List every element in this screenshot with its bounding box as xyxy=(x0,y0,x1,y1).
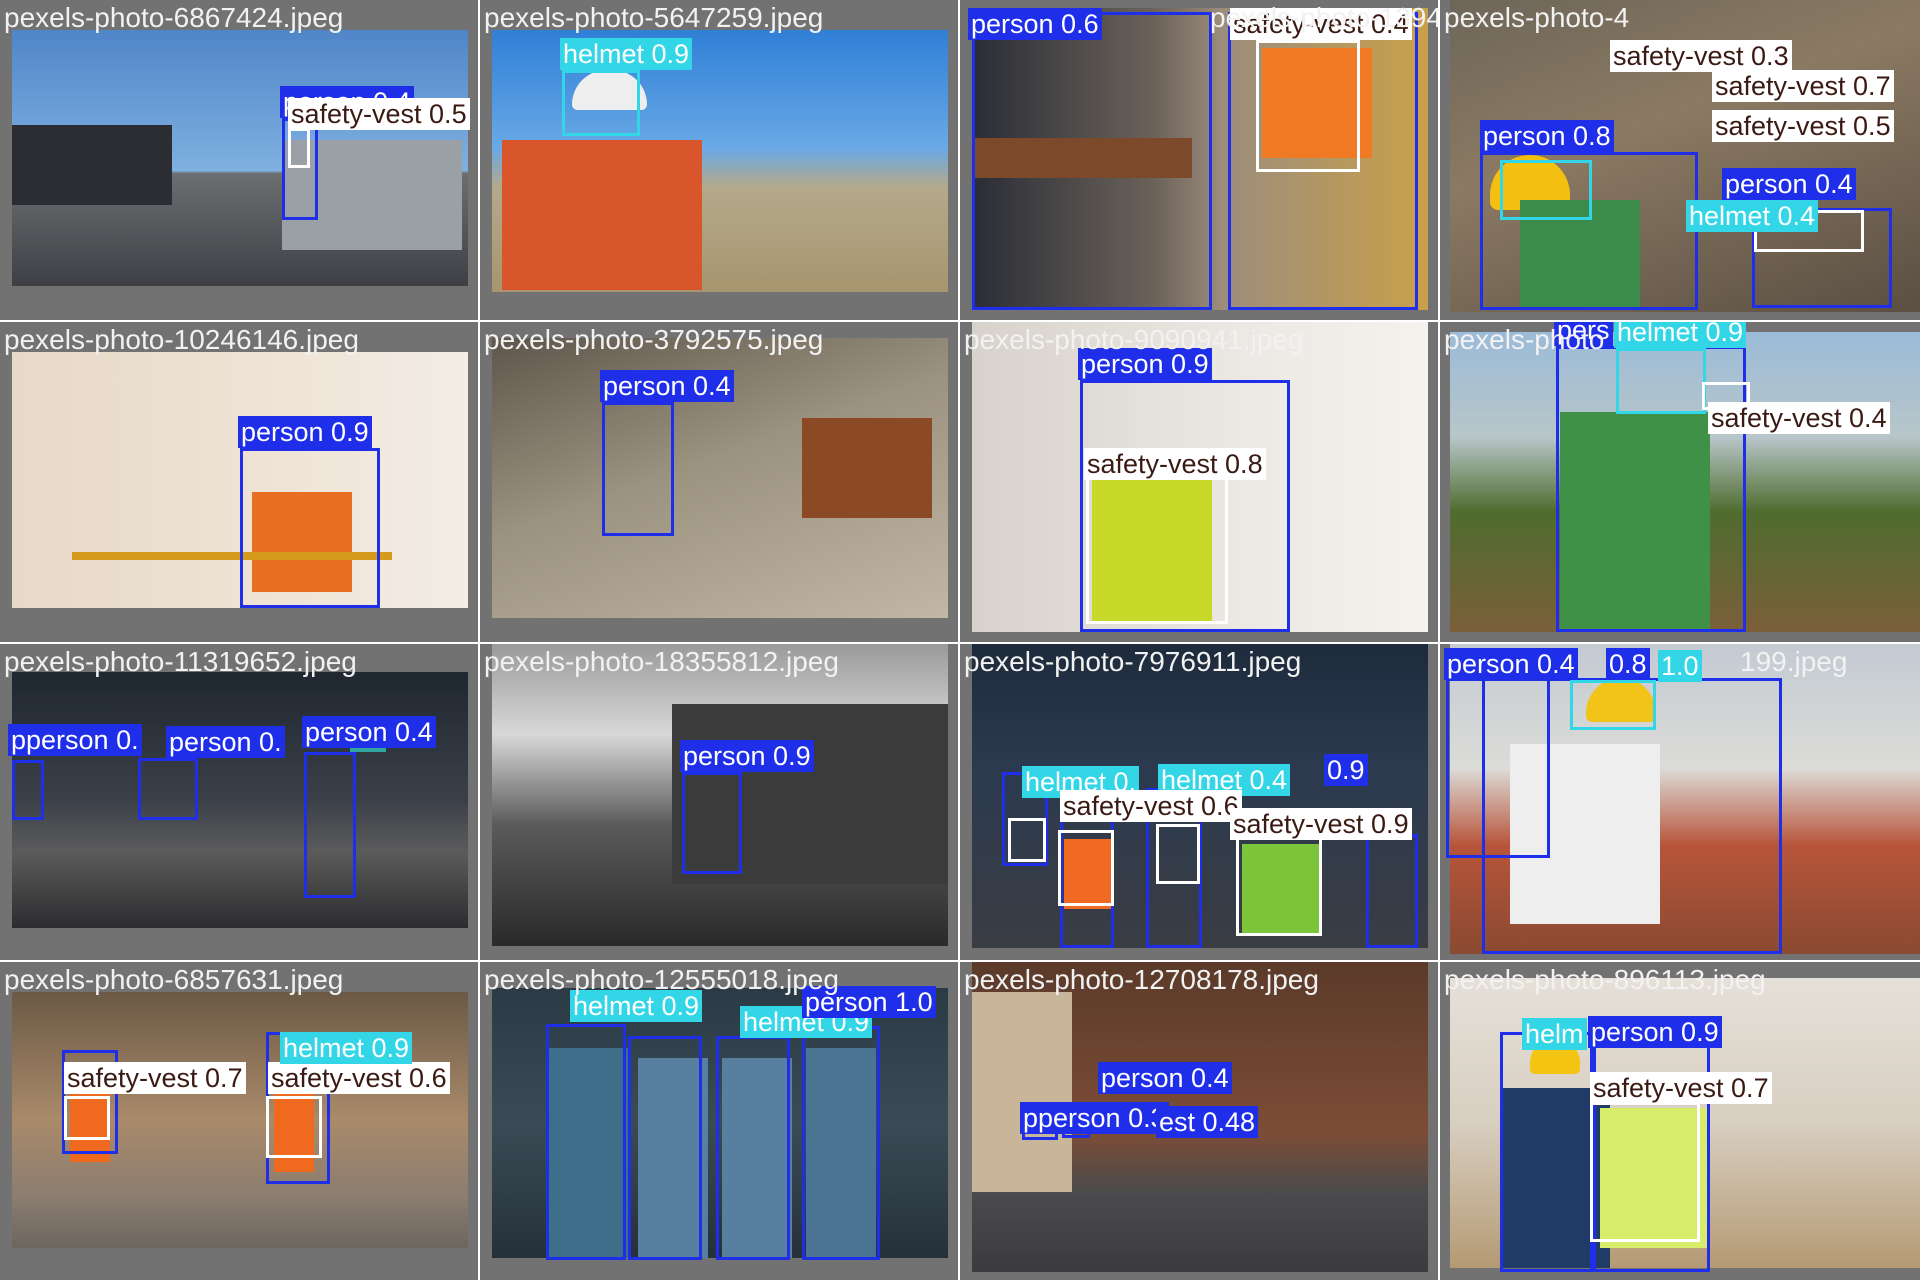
person-label: person 0. xyxy=(166,726,285,758)
file-name: pexels-photo xyxy=(1444,324,1605,355)
helmet-label: helmet 0.9 xyxy=(280,1032,413,1064)
person-label: pperson 0. xyxy=(8,724,142,756)
safety-vest-label: safety-vest 0.4 xyxy=(1708,402,1890,434)
person-box xyxy=(602,402,674,536)
image-tile: 199.jpeg person 0.4 0.8 1.0 xyxy=(1440,644,1920,960)
image-tile: pexels-photo-7976911.jpeg helmet 0. helm… xyxy=(960,644,1438,960)
image-tile: pexels-photo-18355812.jpeg person 0.9 xyxy=(480,644,958,960)
person-box xyxy=(716,1036,790,1260)
person-label: person 0.4 xyxy=(302,716,436,748)
person-box xyxy=(138,758,198,820)
file-name: 199.jpeg xyxy=(1740,646,1848,677)
person-label: 0.8 xyxy=(1606,648,1650,680)
image-tile: pexels-photo-896113.jpeg helm person 0.9… xyxy=(1440,962,1920,1280)
safety-vest-label: safety-vest 0.3 xyxy=(1610,40,1792,72)
safety-vest-label: safety-vest 0.7 xyxy=(1712,70,1894,102)
person-label: person 0.9 xyxy=(680,740,814,772)
person-box xyxy=(1500,1032,1596,1272)
person-label: est 0.48 xyxy=(1156,1106,1259,1138)
excavator-bucket-shape xyxy=(802,418,932,518)
person-box xyxy=(682,772,742,874)
person-label: person 0.4 xyxy=(600,370,734,402)
safety-vest-label: safety-vest 0.8 xyxy=(1084,448,1266,480)
safety-vest-box xyxy=(64,1096,110,1140)
image-tile: pexels-photo-5647259.jpeg helmet 0.9 xyxy=(480,0,958,320)
file-name: pexels-photo-1394 xyxy=(1210,2,1438,33)
photo xyxy=(12,672,468,928)
file-name: pexels-photo-3792575.jpeg xyxy=(484,324,824,355)
file-name: pexels-photo-6867424.jpeg xyxy=(4,2,344,33)
safety-vest-label: safety-vest 0.7 xyxy=(64,1062,246,1094)
person-box xyxy=(546,1024,626,1260)
image-tile: pexels-photo-12708178.jpeg person 0.4 pp… xyxy=(960,962,1438,1280)
safety-vest-box xyxy=(288,128,310,168)
person-label: pperson 0.3 xyxy=(1020,1102,1169,1134)
helmet-box xyxy=(1500,160,1592,220)
safety-vest-box xyxy=(1156,824,1200,884)
file-name: pexels-photo-9090941.jpeg xyxy=(964,324,1304,355)
safety-vest-box xyxy=(1256,40,1360,172)
file-name: pexels-photo-18355812.jpeg xyxy=(484,646,839,677)
helmet-label: helm xyxy=(1522,1018,1587,1050)
image-tile: pexels-photo-6857631.jpeg safety-vest 0.… xyxy=(0,962,478,1280)
file-name: pexels-photo-6857631.jpeg xyxy=(4,964,344,995)
image-tile: pexels-photo-10246146.jpeg person 0.9 xyxy=(0,322,478,642)
image-tile: pexels-photo-11319652.jpeg pperson 0. pe… xyxy=(0,644,478,960)
safety-vest-box xyxy=(1008,818,1046,862)
worker-shape xyxy=(502,140,702,290)
safety-vest-label: safety-vest 0.6 xyxy=(1060,790,1242,822)
safety-vest-box xyxy=(1236,836,1322,936)
file-name: pexels-photo-12555018.jpeg xyxy=(484,964,839,995)
person-label: person 0.9 xyxy=(1588,1016,1722,1048)
building-shape xyxy=(972,992,1072,1192)
person-label: person 0.8 xyxy=(1480,120,1614,152)
person-label: 0.9 xyxy=(1324,754,1368,786)
person-box xyxy=(240,448,380,608)
file-name: pexels-photo-12708178.jpeg xyxy=(964,964,1319,995)
safety-vest-label: safety-vest 0.9 xyxy=(1230,808,1412,840)
safety-vest-box xyxy=(1590,1102,1700,1242)
person-label: person 0.4 xyxy=(1722,168,1856,200)
image-tile: pexels-photo-6867424.jpeg person 0.4 saf… xyxy=(0,0,478,320)
person-label: person 0.4 xyxy=(1444,648,1578,680)
helmet-box xyxy=(1570,680,1656,730)
safety-vest-label: safety-vest 0.5 xyxy=(1712,110,1894,142)
person-box xyxy=(628,1036,702,1260)
file-name: pexels-photo-5647259.jpeg xyxy=(484,2,824,33)
person-box xyxy=(1366,834,1418,948)
file-name: pexels-photo-896113.jpeg xyxy=(1444,964,1766,995)
person-label: person 0.9 xyxy=(238,416,372,448)
helmet-box xyxy=(1616,348,1706,414)
person-box xyxy=(972,12,1212,310)
person-box xyxy=(802,1026,880,1260)
safety-vest-label: safety-vest 0.5 xyxy=(288,98,470,130)
person-box xyxy=(12,760,44,820)
image-tile: pexels-photo-4 safety-vest 0.3 safety-ve… xyxy=(1440,0,1920,320)
helmet-label: helmet 0.9 xyxy=(560,38,693,70)
image-tile: pexels-photo-9090941.jpeg person 0.9 saf… xyxy=(960,322,1438,642)
image-tile: pexels-photo-1394 person 0.6 safety-vest… xyxy=(960,0,1438,320)
image-tile: pexels-photo-3792575.jpeg person 0.4 xyxy=(480,322,958,642)
image-tile: pexels-photo-12555018.jpeg helmet 0.9 he… xyxy=(480,962,958,1280)
safety-vest-box xyxy=(1058,830,1114,906)
helmet-label: helmet 0.4 xyxy=(1686,200,1819,232)
safety-vest-box xyxy=(266,1096,322,1158)
file-name: pexels-photo-10246146.jpeg xyxy=(4,324,359,355)
safety-vest-label: safety-vest 0.7 xyxy=(1590,1072,1772,1104)
helmet-box xyxy=(562,70,640,136)
helmet-label: 1.0 xyxy=(1658,650,1702,682)
photo xyxy=(12,30,468,286)
safety-vest-box xyxy=(1086,464,1228,624)
image-tile: pexels-photo pers helmet 0.9 safety-vest… xyxy=(1440,322,1920,642)
helmet-label: helmet 0.9 xyxy=(1614,322,1747,348)
safety-vest-label: safety-vest 0.6 xyxy=(268,1062,450,1094)
hopper-shape xyxy=(12,125,172,205)
person-box xyxy=(304,752,356,898)
person-label: person 0.4 xyxy=(1098,1062,1232,1094)
file-name: pexels-photo-4 xyxy=(1444,2,1630,33)
person-label: person 0.6 xyxy=(968,8,1102,40)
file-name: pexels-photo-7976911.jpeg xyxy=(964,646,1302,677)
file-name: pexels-photo-11319652.jpeg xyxy=(4,646,357,677)
